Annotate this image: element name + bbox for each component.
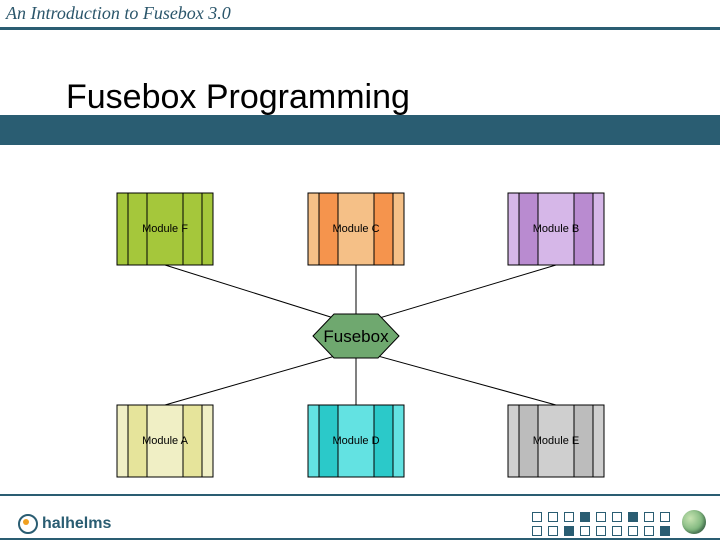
module-label: Module B xyxy=(533,223,579,235)
connector xyxy=(356,265,556,325)
module-label: Module C xyxy=(332,223,379,235)
module-label: Module D xyxy=(332,435,379,447)
hub-label: Fusebox xyxy=(323,327,389,346)
module-label: Module F xyxy=(142,223,188,235)
module-bot-right: Module E xyxy=(508,405,604,477)
module-top-mid: Module C xyxy=(308,193,404,265)
connector xyxy=(165,350,356,405)
module-label: Module E xyxy=(533,435,579,447)
footer-squares xyxy=(532,512,670,536)
module-top-right: Module B xyxy=(508,193,604,265)
module-bot-left: Module A xyxy=(117,405,213,477)
connector xyxy=(165,265,356,325)
globe-icon xyxy=(682,510,706,534)
logo-icon xyxy=(18,514,38,534)
connector xyxy=(356,350,556,405)
diagram-canvas: Fusebox Module F Module C Module B Modul… xyxy=(0,0,720,540)
footer-logo-text: halhelms xyxy=(42,515,111,533)
module-top-left: Module F xyxy=(117,193,213,265)
footer-rule xyxy=(0,494,720,496)
module-label: Module A xyxy=(142,435,189,447)
module-bot-mid: Module D xyxy=(308,405,404,477)
footer-logo: halhelms xyxy=(18,514,111,534)
